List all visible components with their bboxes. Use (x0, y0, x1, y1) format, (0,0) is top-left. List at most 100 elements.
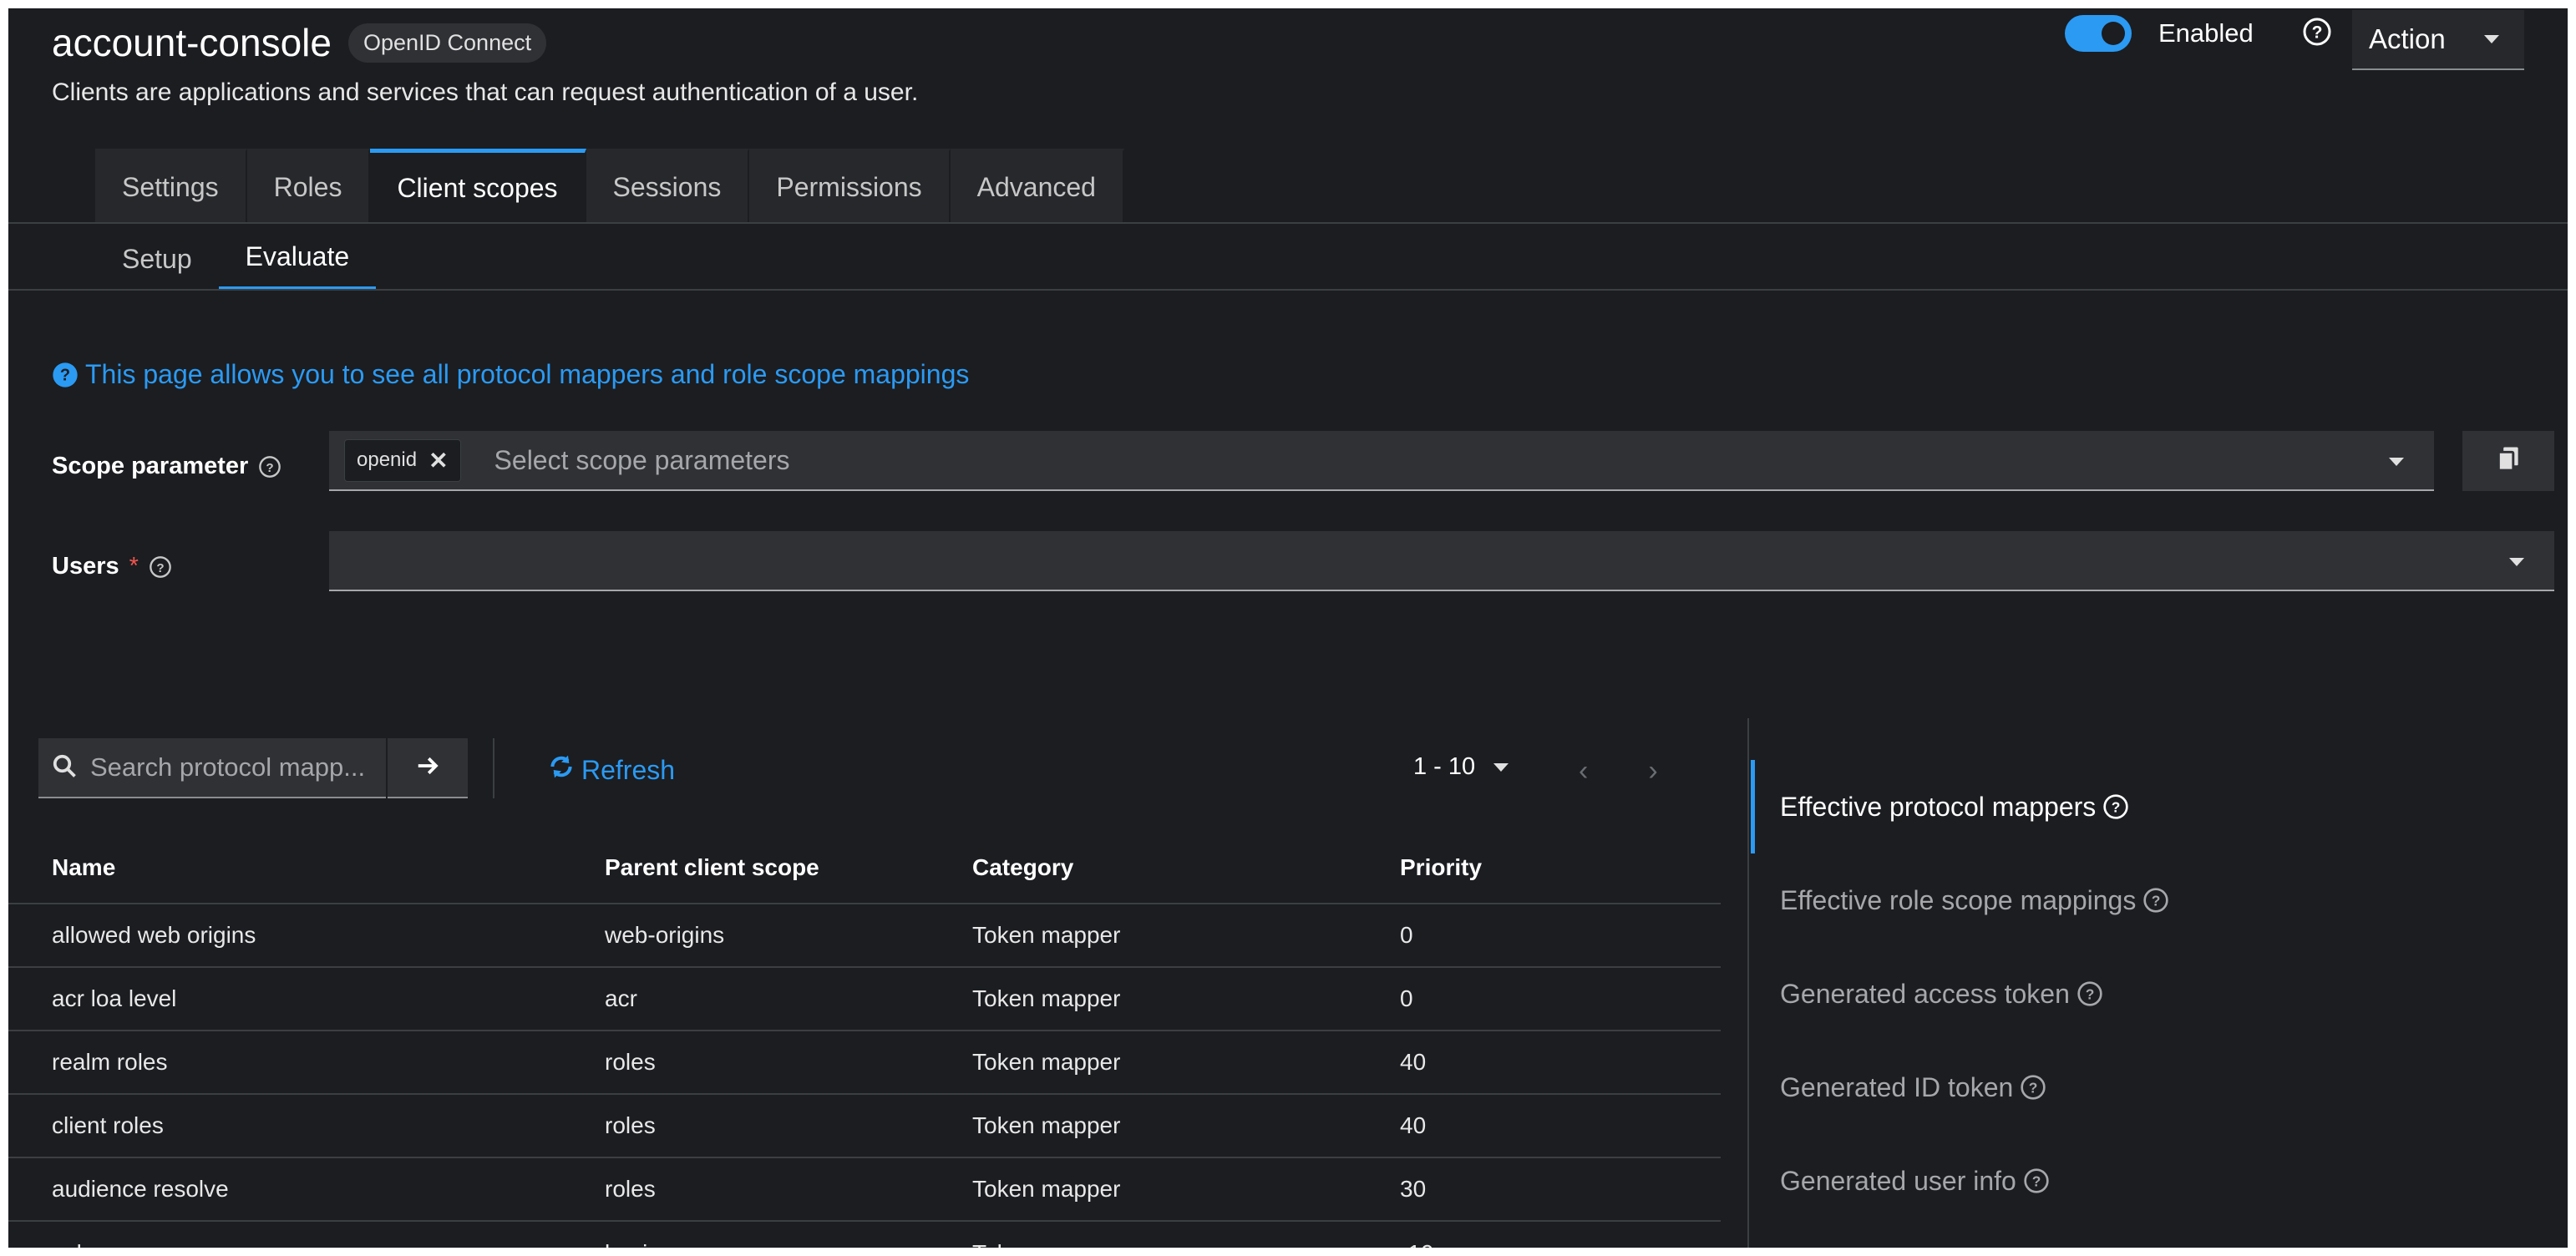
info-message: ? This page allows you to see all protoc… (52, 359, 969, 390)
page-title: account-console (52, 21, 332, 64)
column-header-priority[interactable]: Priority (1400, 832, 1721, 904)
copy-icon (2496, 446, 2521, 477)
scope-label-text: Scope parameter (52, 453, 249, 479)
main-tabs: Settings Roles Client scopes Sessions Pe… (95, 149, 1124, 224)
search-submit-button[interactable] (388, 738, 468, 798)
info-text: This page allows you to see all protocol… (85, 359, 970, 389)
evaluate-side-menu: Effective protocol mappers ? Effective r… (1751, 760, 2568, 1228)
help-icon[interactable]: ? (2077, 980, 2103, 1007)
side-item-label: Effective protocol mappers (1780, 791, 2097, 822)
table-row: client roles roles Token mapper 40 (8, 1093, 1721, 1157)
side-item-label: Generated user info (1780, 1165, 2016, 1196)
subtab-evaluate[interactable]: Evaluate (218, 227, 377, 291)
column-header-name[interactable]: Name (8, 832, 605, 904)
help-icon[interactable]: ? (149, 555, 172, 579)
column-header-category[interactable]: Category (972, 832, 1400, 904)
help-icon[interactable]: ? (258, 455, 281, 479)
svg-text:?: ? (2312, 23, 2323, 43)
chevron-down-icon[interactable] (2509, 558, 2524, 566)
help-icon[interactable]: ? (2142, 887, 2169, 914)
scope-chip-label: openid (357, 448, 418, 471)
enabled-toggle[interactable] (2065, 15, 2132, 52)
refresh-button[interactable]: Refresh (548, 753, 675, 787)
cell-parent-scope: roles (605, 1093, 972, 1157)
chevron-down-icon (2484, 35, 2499, 43)
tab-settings[interactable]: Settings (95, 149, 247, 224)
svg-text:?: ? (2086, 986, 2095, 1003)
side-item-label: Effective role scope mappings (1780, 884, 2137, 915)
close-icon[interactable]: ✕ (428, 447, 448, 474)
svg-text:?: ? (266, 460, 274, 474)
toolbar-divider (493, 738, 494, 798)
tab-permissions[interactable]: Permissions (749, 149, 951, 224)
pagination-text: 1 - 10 (1413, 753, 1476, 780)
users-label-text: Users (52, 553, 119, 580)
side-item-effective-protocol-mappers[interactable]: Effective protocol mappers ? (1751, 760, 2568, 853)
side-item-generated-id-token[interactable]: Generated ID token ? (1751, 1041, 2568, 1134)
table-row: sub basic Token mapper -10 (8, 1220, 1721, 1248)
chevron-down-icon (1493, 762, 1509, 772)
previous-page-icon[interactable]: ‹ (1579, 755, 1588, 788)
side-divider (1747, 718, 1749, 1248)
help-icon[interactable]: ? (2020, 1074, 2046, 1101)
help-icon[interactable]: ? (2023, 1167, 2050, 1194)
table-header-row: Name Parent client scope Category Priori… (8, 832, 1721, 904)
cell-parent-scope: acr (605, 966, 972, 1031)
cell-priority: 40 (1400, 1030, 1721, 1094)
cell-priority: 0 (1400, 903, 1721, 967)
scope-parameter-select[interactable]: openid ✕ Select scope parameters (329, 431, 2434, 491)
cell-category: Token mapper (972, 966, 1400, 1031)
cell-parent-scope: web-origins (605, 903, 972, 967)
pagination-dropdown[interactable]: 1 - 10 (1413, 753, 1509, 781)
toggle-knob (2102, 22, 2125, 45)
svg-text:?: ? (2032, 1173, 2041, 1190)
tab-sessions[interactable]: Sessions (586, 149, 750, 224)
side-item-generated-access-token[interactable]: Generated access token ? (1751, 947, 2568, 1041)
search-input[interactable]: Search protocol mapp... (38, 738, 386, 798)
cell-category: Token mapper (972, 1030, 1400, 1094)
cell-name: realm roles (8, 1030, 605, 1094)
action-dropdown[interactable]: Action (2352, 10, 2524, 70)
enabled-switch-group: Enabled (2065, 15, 2254, 52)
cell-name: acr loa level (8, 966, 605, 1031)
users-select[interactable] (329, 531, 2554, 591)
cell-category: Token mapper (972, 1093, 1400, 1157)
cell-priority: -10 (1400, 1220, 1721, 1248)
cell-priority: 40 (1400, 1093, 1721, 1157)
title-row: account-console OpenID Connect (52, 20, 547, 65)
subtabs-divider (8, 289, 2568, 291)
tab-advanced[interactable]: Advanced (950, 149, 1124, 224)
required-marker: * (129, 553, 139, 580)
cell-category: Token mapper (972, 1220, 1400, 1248)
side-item-generated-user-info[interactable]: Generated user info ? (1751, 1134, 2568, 1228)
chevron-down-icon[interactable] (2389, 458, 2404, 466)
svg-text:?: ? (2112, 799, 2121, 816)
side-item-effective-role-scope-mappings[interactable]: Effective role scope mappings ? (1751, 853, 2568, 947)
cell-parent-scope: basic (605, 1220, 972, 1248)
table-row: acr loa level acr Token mapper 0 (8, 966, 1721, 1031)
subtab-setup[interactable]: Setup (95, 227, 219, 291)
column-header-parent-scope[interactable]: Parent client scope (605, 832, 972, 904)
table-row: realm roles roles Token mapper 40 (8, 1030, 1721, 1094)
cell-category: Token mapper (972, 1157, 1400, 1221)
cell-priority: 0 (1400, 966, 1721, 1031)
enabled-label: Enabled (2158, 18, 2254, 48)
svg-text:?: ? (156, 560, 164, 575)
next-page-icon[interactable]: › (1648, 755, 1657, 788)
table-row: audience resolve roles Token mapper 30 (8, 1157, 1721, 1221)
cell-category: Token mapper (972, 903, 1400, 967)
protocol-badge: OpenID Connect (347, 23, 547, 63)
cell-name: sub (8, 1220, 605, 1248)
copy-button[interactable] (2461, 431, 2554, 491)
cell-name: client roles (8, 1093, 605, 1157)
svg-text:?: ? (2152, 893, 2161, 909)
tab-roles[interactable]: Roles (246, 149, 371, 224)
tabs-divider (8, 222, 2568, 224)
help-icon[interactable]: ? (2302, 17, 2332, 51)
tab-client-scopes[interactable]: Client scopes (370, 149, 586, 224)
side-item-label: Generated access token (1780, 978, 2070, 1009)
svg-text:?: ? (60, 366, 70, 384)
cell-name: audience resolve (8, 1157, 605, 1221)
help-icon[interactable]: ? (2102, 793, 2129, 820)
cell-parent-scope: roles (605, 1157, 972, 1221)
